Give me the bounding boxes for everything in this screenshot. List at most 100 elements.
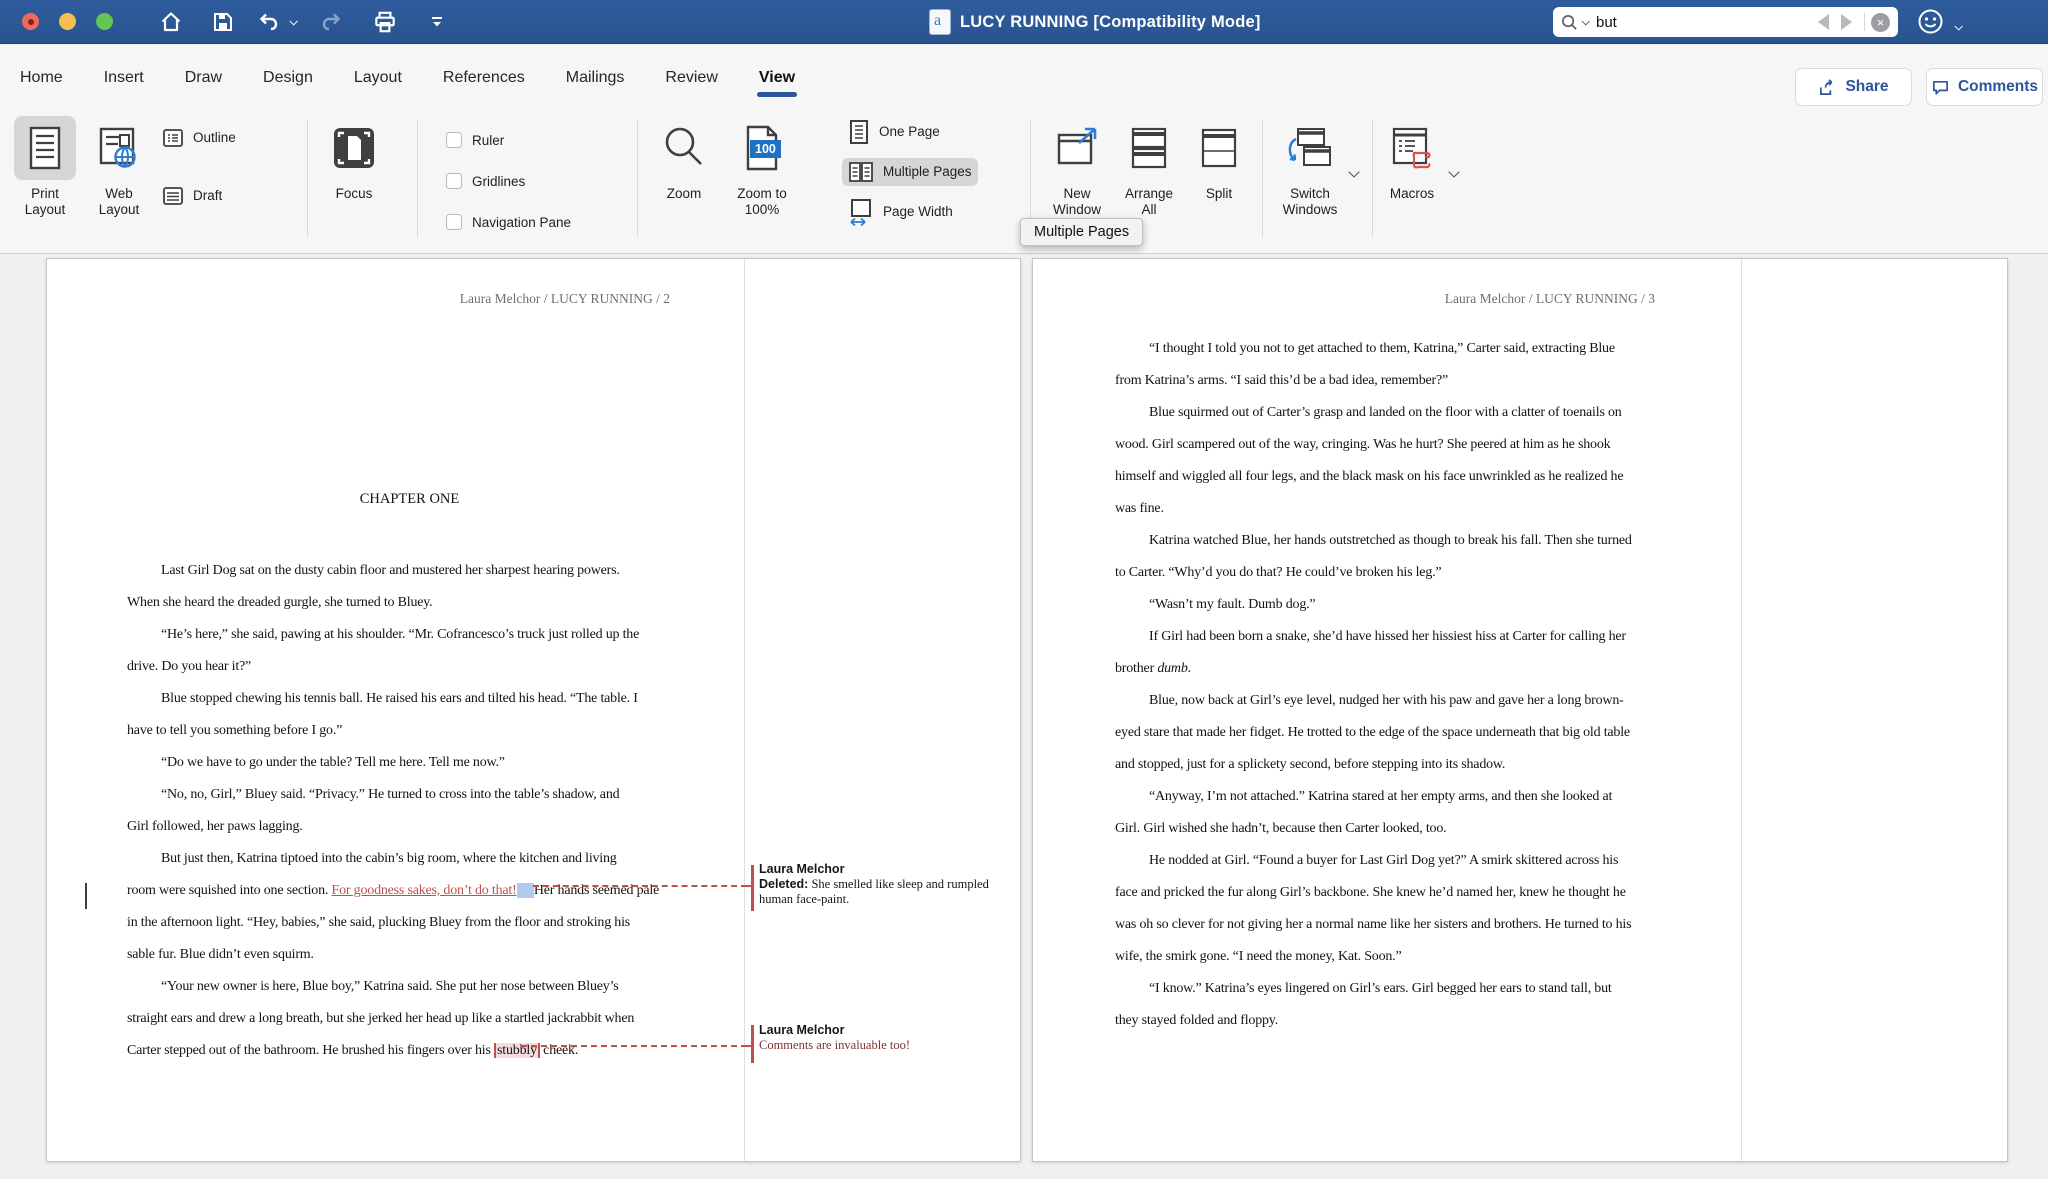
switch-windows-chevron-icon[interactable] (1348, 166, 1359, 177)
customize-toolbar-icon[interactable] (424, 9, 450, 35)
text-run[interactable]: Blue squirmed out of Carter’s grasp and … (1149, 405, 1622, 420)
close-window-button[interactable] (22, 13, 39, 30)
home-icon[interactable] (158, 9, 184, 35)
text-line[interactable]: Girl. Girl wished she hadn’t, because th… (1115, 813, 1667, 845)
text-line[interactable]: “Your new owner is here, Blue boy,” Katr… (127, 971, 692, 1003)
text-run[interactable]: to Carter. “Why’d you do that? He could’… (1115, 565, 1441, 580)
text-line[interactable]: wife, the smirk gone. “I need the money,… (1115, 941, 1667, 973)
document-page-3[interactable]: Laura Melchor / LUCY RUNNING / 3 “I thou… (1032, 258, 2008, 1162)
text-line[interactable]: “I know.” Katrina’s eyes lingered on Gir… (1115, 973, 1667, 1005)
macros-chevron-icon[interactable] (1448, 166, 1459, 177)
text-run[interactable]: wife, the smirk gone. “I need the money,… (1115, 949, 1402, 964)
ruler-checkbox[interactable]: Ruler (446, 132, 504, 148)
text-run[interactable]: Blue stopped chewing his tennis ball. He… (161, 691, 638, 706)
outline-button[interactable]: Outline (156, 124, 242, 152)
text-line[interactable]: from Katrina’s arms. “I said this’d be a… (1115, 365, 1667, 397)
page-width-button[interactable]: Page Width (842, 198, 959, 226)
text-run[interactable]: drive. Do you hear it?” (127, 659, 251, 674)
comments-button[interactable]: Comments (1926, 68, 2043, 106)
find-next-button[interactable] (1841, 14, 1852, 30)
text-line[interactable]: straight ears and drew a long breath, bu… (127, 1003, 692, 1035)
clear-search-button[interactable]: × (1871, 13, 1890, 32)
search-input-value[interactable]: but (1596, 14, 1812, 31)
draft-button[interactable]: Draft (156, 182, 228, 210)
text-run[interactable]: brother (1115, 661, 1157, 676)
text-run[interactable]: “Wasn’t my fault. Dumb dog.” (1149, 597, 1315, 612)
text-line[interactable]: face and pricked the fur along Girl’s ba… (1115, 877, 1667, 909)
text-line[interactable]: “Wasn’t my fault. Dumb dog.” (1115, 589, 1667, 621)
text-line[interactable]: He nodded at Girl. “Found a buyer for La… (1115, 845, 1667, 877)
text-line[interactable]: was fine. (1115, 493, 1667, 525)
text-line[interactable]: room were squished into one section. For… (127, 875, 692, 907)
text-run[interactable]: eyed stare that made her fidget. He trot… (1115, 725, 1630, 740)
feedback-menu-chevron-icon[interactable] (1955, 17, 1961, 35)
text-run[interactable]: they stayed folded and floppy. (1115, 1013, 1278, 1028)
ruler-checkbox-box[interactable] (446, 132, 462, 148)
text-run[interactable]: “Do we have to go under the table? Tell … (161, 755, 505, 770)
text-run[interactable]: sable fur. Blue didn’t even squirm. (127, 947, 314, 962)
redo-icon[interactable] (318, 9, 344, 35)
tab-draw[interactable]: Draw (183, 51, 224, 105)
tab-layout[interactable]: Layout (352, 51, 404, 105)
text-line[interactable]: himself and wiggled all four legs, and t… (1115, 461, 1667, 493)
text-run[interactable]: dumb (1157, 661, 1187, 676)
tracked-insertion[interactable]: For goodness sakes, don’t do that! (332, 883, 517, 898)
text-line[interactable]: Girl followed, her paws lagging. (127, 811, 692, 843)
text-run[interactable]: Girl. Girl wished she hadn’t, because th… (1115, 821, 1446, 836)
tab-review[interactable]: Review (663, 51, 719, 105)
tab-home[interactable]: Home (18, 51, 65, 105)
text-run[interactable]: If Girl had been born a snake, she’d hav… (1149, 629, 1626, 644)
undo-icon[interactable] (256, 9, 282, 35)
deletion-anchor-highlight[interactable] (517, 883, 534, 898)
text-run[interactable]: But just then, Katrina tiptoed into the … (161, 851, 617, 866)
tab-mailings[interactable]: Mailings (564, 51, 627, 105)
text-run[interactable]: wood. Girl scampered out of the way, cri… (1115, 437, 1610, 452)
text-line[interactable]: Last Girl Dog sat on the dusty cabin flo… (127, 555, 692, 587)
text-line[interactable]: “He’s here,” she said, pawing at his sho… (127, 619, 692, 651)
new-window-button[interactable]: New Window (1048, 116, 1106, 218)
text-line[interactable]: “Do we have to go under the table? Tell … (127, 747, 692, 779)
text-line[interactable]: to Carter. “Why’d you do that? He could’… (1115, 557, 1667, 589)
find-previous-button[interactable] (1818, 14, 1829, 30)
text-run[interactable]: was fine. (1115, 501, 1164, 516)
text-line[interactable]: and stopped, just for a splickety second… (1115, 749, 1667, 781)
text-line[interactable]: “No, no, Girl,” Bluey said. “Privacy.” H… (127, 779, 692, 811)
text-run[interactable]: have to tell you something before I go.” (127, 723, 342, 738)
text-run[interactable]: He nodded at Girl. “Found a buyer for La… (1149, 853, 1618, 868)
text-run[interactable]: room were squished into one section. (127, 883, 332, 898)
text-line[interactable]: If Girl had been born a snake, she’d hav… (1115, 621, 1667, 653)
split-button[interactable]: Split (1192, 116, 1246, 202)
one-page-button[interactable]: One Page (842, 118, 946, 146)
text-line[interactable]: But just then, Katrina tiptoed into the … (127, 843, 692, 875)
tab-insert[interactable]: Insert (102, 51, 146, 105)
undo-menu-chevron-icon[interactable] (286, 9, 300, 35)
navigation-pane-checkbox[interactable]: Navigation Pane (446, 214, 571, 230)
zoom-to-100-button[interactable]: 100 Zoom to 100% (728, 116, 796, 218)
share-button[interactable]: Share (1795, 68, 1912, 106)
text-run[interactable]: and stopped, just for a splickety second… (1115, 757, 1505, 772)
web-layout-button[interactable]: Web Layout (88, 116, 150, 218)
multiple-pages-button[interactable]: Multiple Pages (842, 158, 978, 186)
text-run[interactable]: in the afternoon light. “Hey, babies,” s… (127, 915, 630, 930)
text-run[interactable]: “I thought I told you not to get attache… (1149, 341, 1615, 356)
text-run[interactable]: “He’s here,” she said, pawing at his sho… (161, 627, 639, 642)
zoom-window-button[interactable] (96, 13, 113, 30)
text-line[interactable]: was oh so clever for not giving her a no… (1115, 909, 1667, 941)
text-line[interactable]: Carter stepped out of the bathroom. He b… (127, 1035, 692, 1067)
minimize-window-button[interactable] (59, 13, 76, 30)
text-run[interactable]: Carter stepped out of the bathroom. He b… (127, 1043, 494, 1058)
text-line[interactable]: sable fur. Blue didn’t even squirm. (127, 939, 692, 971)
text-line[interactable]: brother dumb. (1115, 653, 1667, 685)
save-icon[interactable] (210, 9, 236, 35)
arrange-all-button[interactable]: Arrange All (1120, 116, 1178, 218)
text-run[interactable]: Blue, now back at Girl’s eye level, nudg… (1149, 693, 1624, 708)
zoom-button[interactable]: Zoom (655, 116, 713, 202)
text-line[interactable]: Katrina watched Blue, her hands outstret… (1115, 525, 1667, 557)
search-scope-chevron-icon[interactable] (1581, 17, 1589, 25)
text-line[interactable]: eyed stare that made her fidget. He trot… (1115, 717, 1667, 749)
margin-comment-deleted[interactable]: Laura Melchor Deleted: She smelled like … (759, 862, 1019, 907)
text-run[interactable]: himself and wiggled all four legs, and t… (1115, 469, 1623, 484)
text-run[interactable]: Girl followed, her paws lagging. (127, 819, 303, 834)
text-line[interactable]: have to tell you something before I go.” (127, 715, 692, 747)
text-line[interactable]: drive. Do you hear it?” (127, 651, 692, 683)
